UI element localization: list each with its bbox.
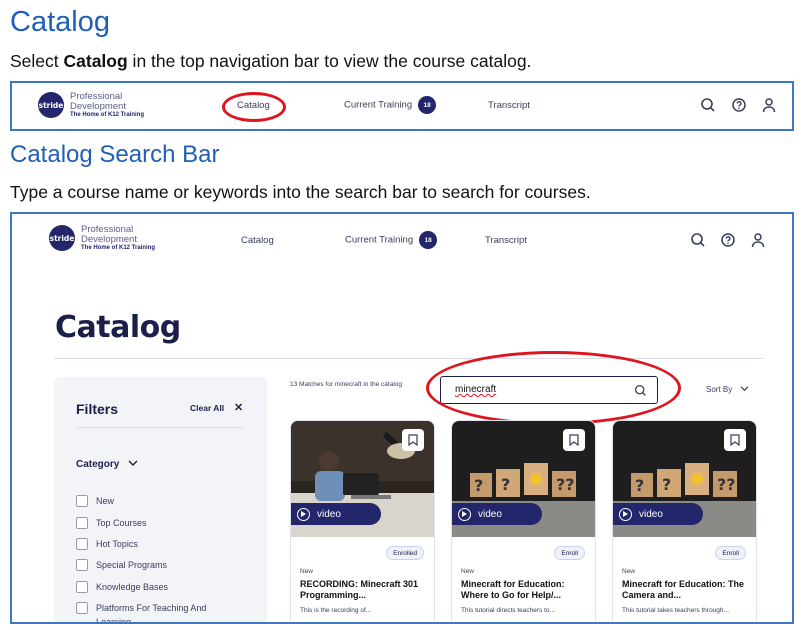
logo-tagline: The Home of K12 Training — [70, 112, 145, 118]
nav-current-training[interactable]: Current Training 18 — [345, 231, 438, 249]
logo[interactable]: stride Professional Development The Home… — [38, 92, 144, 118]
filter-label: New — [96, 496, 115, 506]
filter-checkbox-top-courses[interactable]: Top Courses — [76, 517, 147, 530]
user-icon[interactable] — [761, 97, 777, 113]
category-toggle[interactable]: Category — [76, 459, 138, 470]
course-title[interactable]: Minecraft for Education: The Camera and.… — [622, 579, 754, 602]
results-count: 13 Matches for minecraft in the catalog — [290, 381, 403, 388]
checkbox[interactable] — [76, 581, 88, 593]
divider — [54, 358, 764, 359]
svg-text:??: ?? — [717, 475, 736, 494]
checkbox[interactable] — [76, 495, 88, 507]
filter-label: Platforms For Teaching And Learning — [96, 603, 207, 624]
media-type-label: video — [317, 508, 341, 520]
logo-tagline: The Home of K12 Training — [81, 245, 156, 251]
filters-title: Filters — [76, 401, 119, 417]
filters-panel: Filters Clear All ✕ Category New Top Cou… — [54, 377, 267, 624]
nav-transcript[interactable]: Transcript — [488, 100, 530, 111]
filter-label: Special Programs — [96, 560, 168, 570]
training-count-badge: 18 — [418, 96, 437, 114]
instruction-search: Type a course name or keywords into the … — [10, 182, 591, 202]
chevron-down-icon — [128, 460, 138, 466]
checkbox[interactable] — [76, 538, 88, 550]
clear-all-button[interactable]: Clear All — [190, 403, 224, 413]
highlight-oval — [222, 92, 286, 122]
bookmark-icon[interactable] — [724, 429, 746, 451]
svg-text:??: ?? — [556, 475, 575, 494]
user-icon[interactable] — [750, 232, 766, 248]
logo-line2: Development — [81, 233, 137, 245]
nav-current-training[interactable]: Current Training 18 — [344, 96, 437, 114]
section-heading-catalog: Catalog — [10, 6, 110, 38]
enroll-button[interactable]: Enroll — [554, 546, 585, 560]
filter-checkbox-hot-topics[interactable]: Hot Topics — [76, 538, 138, 551]
bookmark-icon[interactable] — [563, 429, 585, 451]
filter-label: Top Courses — [96, 518, 147, 528]
new-tag: New — [461, 568, 475, 575]
enroll-button[interactable]: Enroll — [715, 546, 746, 560]
catalog-screenshot: stride Professional Development The Home… — [10, 212, 794, 624]
close-icon[interactable]: ✕ — [234, 401, 243, 414]
instruction-text: Select — [10, 51, 64, 71]
svg-text:?: ? — [501, 475, 510, 494]
training-count-badge: 18 — [419, 231, 438, 249]
nav-current-training-label: Current Training — [345, 234, 414, 246]
course-description: This is the recording of... — [300, 607, 372, 614]
filter-checkbox-platforms[interactable]: Platforms For Teaching And Learning — [76, 602, 236, 624]
play-icon — [619, 507, 632, 521]
play-icon — [297, 507, 310, 521]
nav-catalog[interactable]: Catalog — [241, 235, 274, 246]
play-icon — [458, 507, 471, 521]
category-label: Category — [76, 459, 120, 470]
media-type-label: video — [478, 508, 502, 520]
divider — [76, 427, 244, 428]
nav-transcript[interactable]: Transcript — [485, 235, 527, 246]
instruction-text: in the top navigation bar to view the co… — [127, 51, 532, 71]
course-description: This tutorial directs teachers to... — [461, 607, 555, 614]
stride-logo-icon: stride — [49, 225, 75, 251]
new-tag: New — [622, 568, 636, 575]
chevron-down-icon — [741, 386, 749, 392]
course-card[interactable]: ? ? ?? video Enroll New Minecraft for Ed… — [451, 420, 596, 622]
search-icon[interactable] — [690, 232, 706, 248]
course-description: This tutorial takes teachers through... — [622, 607, 729, 614]
course-card[interactable]: ? ? ?? video Enroll New Minecraft for Ed… — [612, 420, 757, 622]
search-icon[interactable] — [700, 97, 716, 113]
section-heading-search: Catalog Search Bar — [10, 141, 220, 168]
sort-by-label: Sort By — [706, 385, 733, 394]
enrolled-badge: Enrolled — [386, 546, 424, 560]
course-title[interactable]: RECORDING: Minecraft 301 Programming... — [300, 579, 432, 602]
svg-text:?: ? — [662, 475, 671, 494]
checkbox[interactable] — [76, 517, 88, 529]
instruction-bold: Catalog — [63, 51, 128, 71]
instruction-catalog: Select Catalog in the top navigation bar… — [10, 51, 531, 72]
course-title[interactable]: Minecraft for Education: Where to Go for… — [461, 579, 593, 602]
highlight-oval — [426, 351, 681, 425]
nav-screenshot: stride Professional Development The Home… — [10, 81, 794, 131]
nav-current-training-label: Current Training — [344, 99, 413, 111]
filter-checkbox-special-programs[interactable]: Special Programs — [76, 559, 167, 572]
bookmark-icon[interactable] — [402, 429, 424, 451]
stride-logo-icon: stride — [38, 92, 64, 118]
checkbox[interactable] — [76, 602, 88, 614]
video-badge: video — [452, 503, 542, 525]
video-badge: video — [613, 503, 703, 525]
course-card[interactable]: video Enrolled New RECORDING: Minecraft … — [290, 420, 435, 622]
checkbox[interactable] — [76, 559, 88, 571]
help-icon[interactable] — [720, 232, 736, 248]
svg-text:?: ? — [635, 476, 644, 495]
logo-line2: Development — [70, 100, 126, 112]
filter-checkbox-new[interactable]: New — [76, 495, 114, 508]
help-icon[interactable] — [731, 97, 747, 113]
filter-label: Hot Topics — [96, 539, 138, 549]
logo[interactable]: stride Professional Development The Home… — [49, 225, 155, 251]
media-type-label: video — [639, 508, 663, 520]
svg-text:?: ? — [474, 476, 483, 495]
new-tag: New — [300, 568, 314, 575]
filter-checkbox-knowledge-bases[interactable]: Knowledge Bases — [76, 581, 168, 594]
page-title: Catalog — [55, 310, 181, 345]
video-badge: video — [291, 503, 381, 525]
sort-by-dropdown[interactable]: Sort By — [706, 385, 749, 394]
filter-label: Knowledge Bases — [96, 582, 169, 592]
